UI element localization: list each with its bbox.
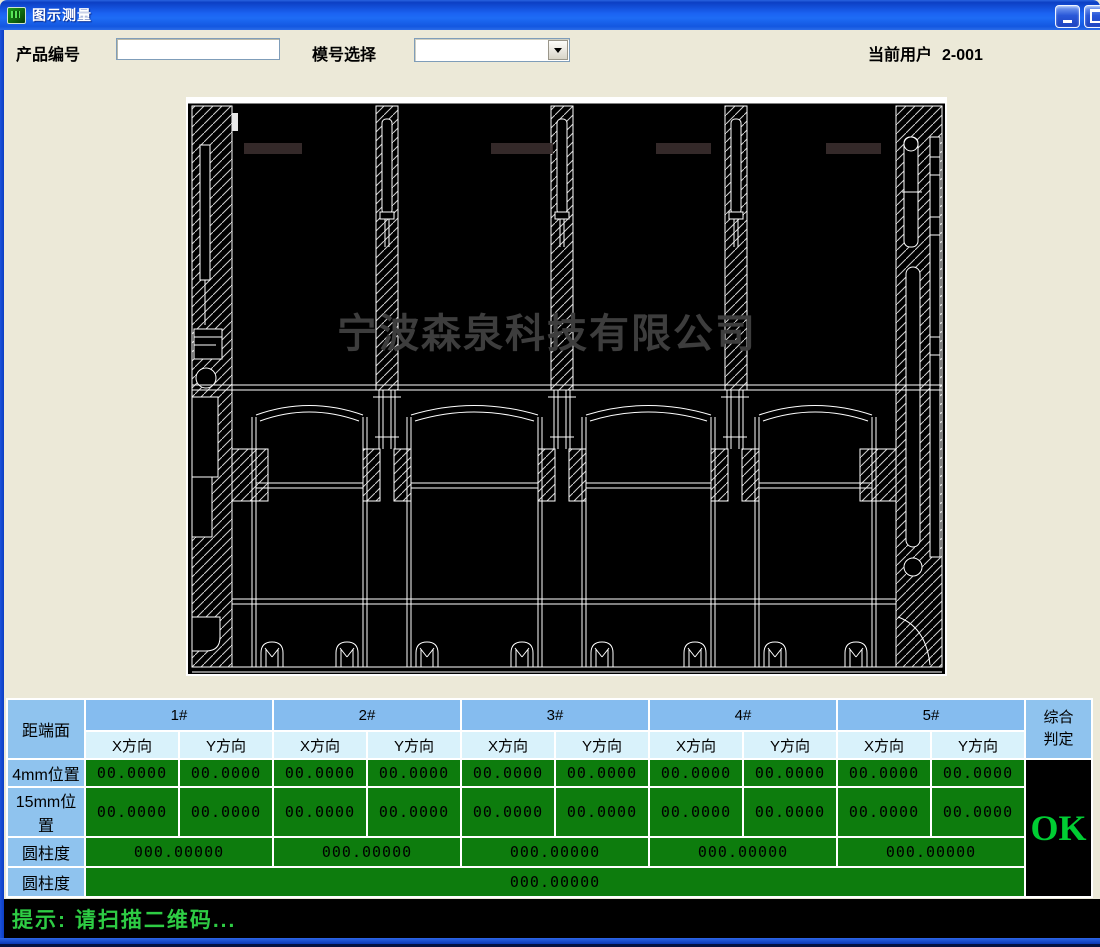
value-cell: 00.0000 <box>649 759 743 787</box>
row-label-cylindricity-1: 圆柱度 <box>7 837 85 867</box>
value-cell: 00.0000 <box>931 759 1025 787</box>
group-header-4: 4# <box>649 699 837 731</box>
maximize-button[interactable] <box>1084 5 1100 28</box>
measurement-table-wrap: 距端面 1# 2# 3# 4# 5# 综合 判定 X方向 Y方向 X方向 Y方向… <box>6 698 1095 880</box>
status-bar: 提示: 请扫描二维码... <box>4 899 1100 938</box>
axis-header: X方向 <box>837 731 931 759</box>
value-cell: 00.0000 <box>367 787 461 837</box>
row-label-cylindricity-2: 圆柱度 <box>7 867 85 897</box>
value-cell: 00.0000 <box>273 759 367 787</box>
verdict-header-line2: 判定 <box>1026 729 1091 751</box>
value-cell: 00.0000 <box>931 787 1025 837</box>
axis-header: Y方向 <box>367 731 461 759</box>
value-cell: 00.0000 <box>367 759 461 787</box>
value-cell: 00.0000 <box>461 787 555 837</box>
group-header-3: 3# <box>461 699 649 731</box>
value-cell: 000.00000 <box>837 837 1025 867</box>
group-header-1: 1# <box>85 699 273 731</box>
value-cell: 00.0000 <box>649 787 743 837</box>
product-number-label: 产品编号 <box>16 41 80 65</box>
value-cell: 000.00000 <box>85 867 1025 897</box>
axis-header: X方向 <box>649 731 743 759</box>
mold-select[interactable] <box>414 38 570 62</box>
axis-header: X方向 <box>85 731 179 759</box>
value-cell: 00.0000 <box>461 759 555 787</box>
measurement-table: 距端面 1# 2# 3# 4# 5# 综合 判定 X方向 Y方向 X方向 Y方向… <box>6 698 1093 898</box>
verdict-header: 综合 判定 <box>1025 699 1092 759</box>
current-user: 当前用户 2-001 <box>868 41 983 65</box>
axis-header: X方向 <box>461 731 555 759</box>
value-cell: 000.00000 <box>273 837 461 867</box>
current-user-label: 当前用户 <box>868 47 932 64</box>
watermark-text: 宁波森泉科技有限公司 <box>337 312 757 356</box>
axis-header: X方向 <box>273 731 367 759</box>
row-label-15mm: 15mm位置 <box>7 787 85 837</box>
product-number-input[interactable] <box>116 38 280 60</box>
dropdown-button[interactable] <box>548 40 568 60</box>
minimize-button[interactable] <box>1055 5 1080 28</box>
title-bar[interactable]: 图示测量 <box>0 0 1100 30</box>
value-cell: 00.0000 <box>555 759 649 787</box>
row-label-4mm: 4mm位置 <box>7 759 85 787</box>
maximize-icon <box>1090 9 1100 23</box>
minimize-icon <box>1063 20 1072 23</box>
value-cell: 000.00000 <box>85 837 273 867</box>
value-cell: 00.0000 <box>555 787 649 837</box>
value-cell: 00.0000 <box>743 759 837 787</box>
value-cell: 00.0000 <box>837 787 931 837</box>
value-cell: 00.0000 <box>85 759 179 787</box>
axis-header: Y方向 <box>179 731 273 759</box>
value-cell: 00.0000 <box>837 759 931 787</box>
corner-header: 距端面 <box>7 699 85 759</box>
current-user-value: 2-001 <box>942 47 983 64</box>
value-cell: 000.00000 <box>461 837 649 867</box>
value-cell: 00.0000 <box>179 759 273 787</box>
app-icon <box>7 7 26 24</box>
value-cell: 00.0000 <box>179 787 273 837</box>
window-border-left <box>0 30 4 944</box>
verdict-header-line1: 综合 <box>1026 707 1091 729</box>
chevron-down-icon <box>554 48 562 53</box>
value-cell: 000.00000 <box>649 837 837 867</box>
verdict-value: OK <box>1030 808 1086 848</box>
app-window: 图示测量 产品编号 模号选择 当前用户 2-001 <box>0 0 1100 947</box>
window-title: 图示测量 <box>32 5 92 25</box>
mold-drawing-canvas: 宁波森泉科技有限公司 <box>186 97 947 676</box>
group-header-2: 2# <box>273 699 461 731</box>
axis-header: Y方向 <box>555 731 649 759</box>
form-bar: 产品编号 模号选择 当前用户 2-001 <box>4 30 1100 70</box>
group-header-5: 5# <box>837 699 1025 731</box>
status-message: 提示: 请扫描二维码... <box>12 904 236 934</box>
axis-header: Y方向 <box>743 731 837 759</box>
verdict-cell: OK <box>1025 759 1092 897</box>
mold-select-label: 模号选择 <box>312 41 376 65</box>
value-cell: 00.0000 <box>743 787 837 837</box>
value-cell: 00.0000 <box>85 787 179 837</box>
axis-header: Y方向 <box>931 731 1025 759</box>
value-cell: 00.0000 <box>273 787 367 837</box>
